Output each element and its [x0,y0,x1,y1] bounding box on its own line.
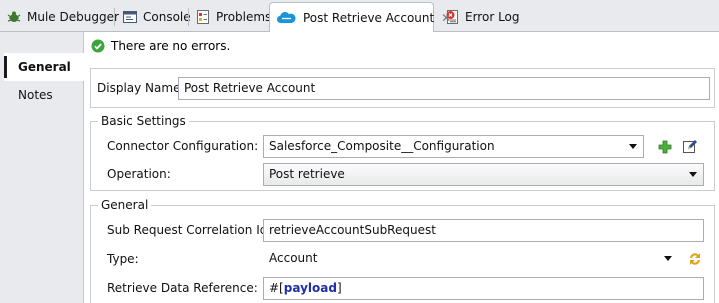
basic-settings-title: Basic Settings [98,114,189,128]
connector-configuration-label: Connector Configuration: [107,139,259,153]
nav-item-general[interactable]: General [4,53,85,81]
tab-console[interactable]: Console [116,3,191,30]
connector-configuration-value: Salesforce_Composite__Configuration [269,139,495,153]
tab-problems[interactable]: Problems [189,3,271,30]
nav-item-notes[interactable]: Notes [4,81,84,109]
chevron-down-icon [629,144,637,149]
bug-icon [6,9,22,25]
display-name-label: Display Name: [97,81,185,95]
general-group: General Sub Request Correlation Id: retr… [90,198,715,303]
sub-request-correlation-id-field[interactable]: retrieveAccountSubRequest [263,219,704,242]
type-select[interactable]: Account [263,247,679,270]
close-icon[interactable]: ✕ [441,11,451,25]
display-name-field[interactable]: Post Retrieve Account [178,77,710,100]
expression-suffix: ] [336,281,342,295]
properties-panel: There are no errors. Display Name: Post … [85,32,719,303]
tab-label: Error Log [465,9,520,24]
tab-label: Problems [216,9,272,24]
expression-keyword: payload [283,281,337,295]
editor-side-nav: General Notes [0,32,85,303]
edit-configuration-icon[interactable] [682,138,698,154]
editor-tab-bar: Mule Debugger Console Problems Post Retr… [0,0,719,32]
operation-select[interactable]: Post retrieve [263,163,704,186]
success-check-icon [91,39,105,53]
connector-configuration-select[interactable]: Salesforce_Composite__Configuration [263,135,644,158]
tab-mule-debugger[interactable]: Mule Debugger [0,3,119,30]
add-configuration-icon[interactable] [657,139,673,155]
retrieve-data-reference-field[interactable]: #[payload] [263,277,704,300]
refresh-metadata-icon[interactable] [687,251,703,267]
basic-settings-group: Basic Settings Connector Configuration: … [90,114,715,191]
sub-request-correlation-id-label: Sub Request Correlation Id: [107,223,272,237]
type-label: Type: [107,252,139,266]
tab-label: Post Retrieve Account [303,10,435,25]
chevron-down-icon [689,172,697,177]
tab-label: Console [143,9,191,24]
tab-post-retrieve-account[interactable]: Post Retrieve Account ✕ [269,2,451,32]
validation-status: There are no errors. [91,37,230,55]
tab-label: Mule Debugger [27,9,119,24]
expression-prefix: #[ [269,281,284,295]
type-value: Account [269,251,318,265]
display-name-group: Display Name: Post Retrieve Account [90,68,715,108]
operation-value: Post retrieve [269,167,345,181]
operation-label: Operation: [107,167,171,181]
console-icon [122,9,138,25]
salesforce-cloud-icon [276,10,296,26]
chevron-down-icon [664,256,672,261]
problems-icon [195,9,211,25]
general-title: General [98,198,152,212]
status-text: There are no errors. [111,39,231,53]
retrieve-data-reference-label: Retrieve Data Reference: [107,281,258,295]
